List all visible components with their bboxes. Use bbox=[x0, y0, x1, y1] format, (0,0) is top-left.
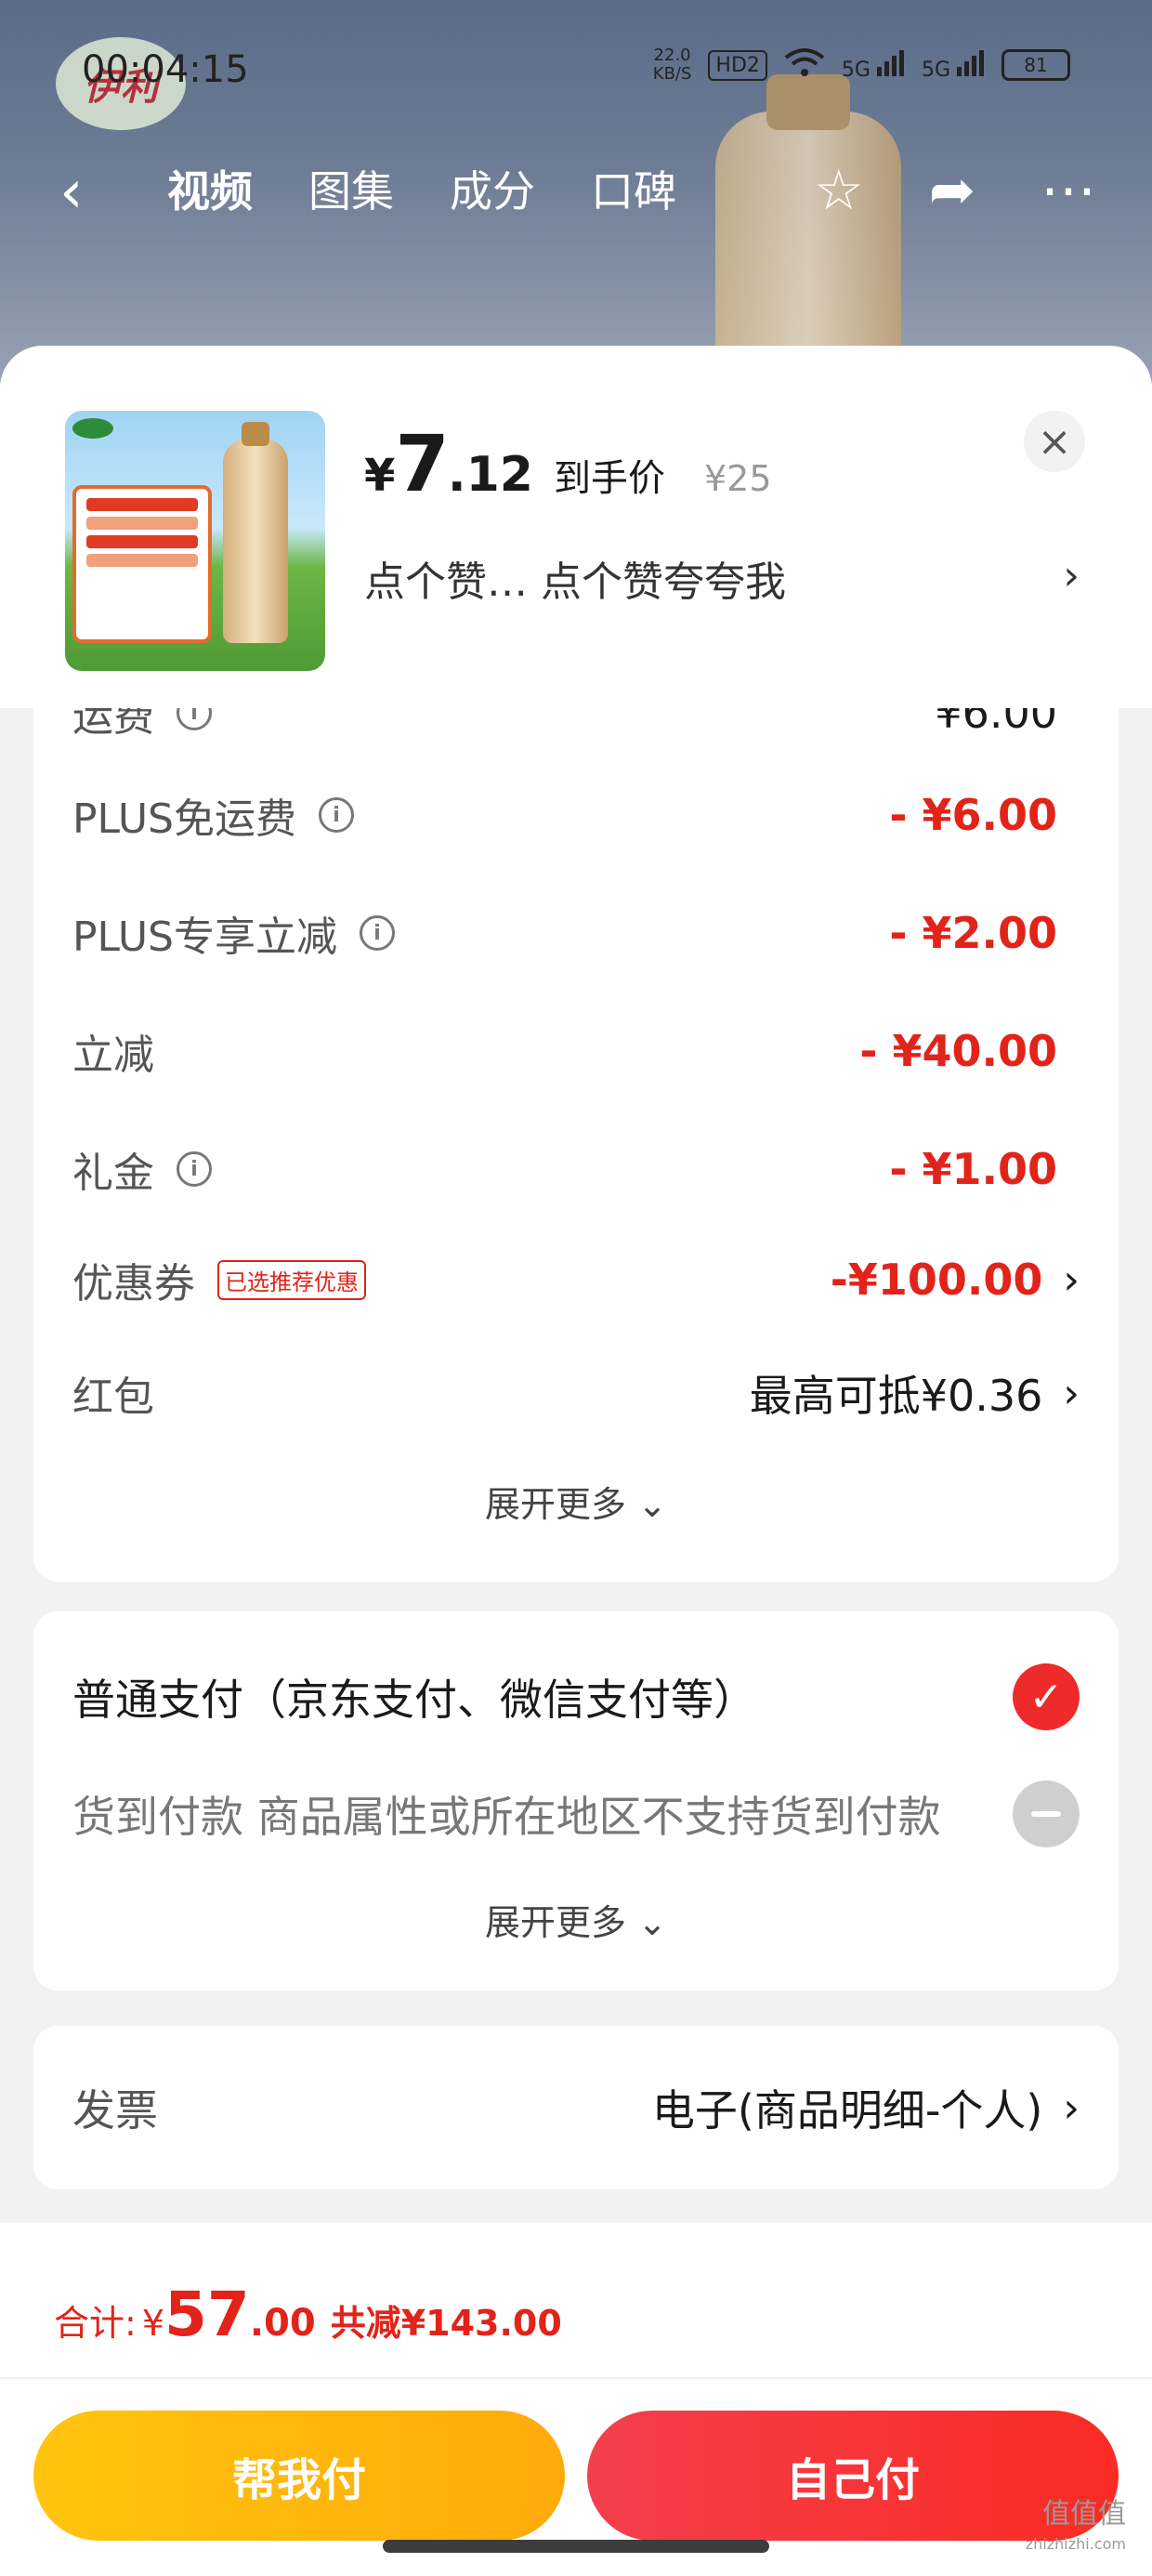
fee-row-instant-discount: 立减 - ¥40.00 bbox=[72, 1026, 1057, 1079]
divider bbox=[0, 2377, 1152, 2379]
fee-value: - ¥1.00 bbox=[889, 1144, 1057, 1194]
watermark: 值值值 zhizhizhi.com bbox=[1025, 2498, 1126, 2554]
tab-reviews[interactable]: 口碑 bbox=[591, 158, 676, 219]
info-icon[interactable]: i bbox=[319, 797, 354, 833]
status-bar: 00:04:15 22.0 KB/S HD2 5G 5G 81 bbox=[0, 0, 1152, 130]
battery-icon: 81 bbox=[1001, 49, 1070, 81]
tab-gallery[interactable]: 图集 bbox=[308, 158, 394, 219]
hd-icon: HD2 bbox=[708, 49, 767, 81]
payment-method-card: 普通支付（京东支付、微信支付等） ✓ 货到付款 商品属性或所在地区不支持货到付款… bbox=[33, 1611, 1119, 1991]
price-decimal: .12 bbox=[447, 447, 533, 503]
chevron-down-icon: ⌄ bbox=[637, 1902, 667, 1943]
invoice-row[interactable]: 发票 电子(商品明细-个人) › bbox=[72, 2070, 1080, 2145]
payment-option-normal[interactable]: 普通支付（京东支付、微信支付等） ✓ bbox=[72, 1660, 1080, 1734]
share-icon[interactable]: ➦ bbox=[929, 158, 975, 223]
info-icon[interactable]: i bbox=[177, 708, 212, 730]
checkout-bottom-bar: 合计: ¥ 57 .00 共减¥143.00 帮我付 自己付 bbox=[0, 2223, 1152, 2576]
coupon-value: -¥100.00 bbox=[830, 1255, 1043, 1305]
thumb-promo-card bbox=[72, 485, 212, 643]
close-icon: × bbox=[1037, 417, 1072, 466]
original-price: ¥25 bbox=[703, 458, 772, 499]
favorite-star-icon[interactable]: ☆ bbox=[814, 158, 864, 223]
fee-value: - ¥40.00 bbox=[859, 1026, 1057, 1076]
expand-more-fees[interactable]: 展开更多 ⌄ bbox=[33, 1476, 1119, 1527]
invoice-value: 电子(商品明细-个人) bbox=[651, 2085, 1043, 2136]
chevron-right-icon[interactable]: › bbox=[1063, 552, 1080, 599]
price-tag: 到手价 bbox=[553, 457, 665, 500]
fee-row-shipping: 运费 i ¥6.00 bbox=[72, 708, 1057, 745]
fee-row-plus-discount: PLUS专享立减 i - ¥2.00 bbox=[72, 908, 1057, 961]
fee-value: - ¥6.00 bbox=[889, 790, 1057, 840]
fee-value: ¥6.00 bbox=[935, 708, 1057, 738]
fee-row-plus-free-shipping: PLUS免运费 i - ¥6.00 bbox=[72, 790, 1057, 843]
fee-details-card: 运费 i ¥6.00 PLUS免运费 i - ¥6.00 PLUS专享立减 i - ¥… bbox=[33, 708, 1119, 1582]
praise-text[interactable]: 点个赞… 点个赞夸夸我 bbox=[364, 548, 786, 608]
fee-row-coupon[interactable]: 优惠券 已选推荐优惠 -¥100.00 › bbox=[72, 1247, 1080, 1312]
expand-more-payment[interactable]: 展开更多 ⌄ bbox=[33, 1894, 1119, 1945]
price-row: ¥ 7 .12 到手价 ¥25 bbox=[364, 418, 772, 509]
tab-ingredients[interactable]: 成分 bbox=[450, 158, 535, 219]
close-button[interactable]: × bbox=[1024, 411, 1085, 472]
fee-row-gift-money: 礼金 i - ¥1.00 bbox=[72, 1144, 1057, 1197]
status-icons: 22.0 KB/S HD2 5G 5G 81 bbox=[653, 46, 1070, 84]
top-navigation: ‹ 视频 图集 成分 口碑 ☆ ➦ ⋯ bbox=[0, 149, 1152, 232]
product-header: ¥ 7 .12 到手价 ¥25 点个赞… 点个赞夸夸我 › × bbox=[0, 346, 1152, 708]
home-indicator[interactable] bbox=[383, 2540, 769, 2553]
fee-row-red-packet[interactable]: 红包 最高可抵¥0.36 › bbox=[72, 1360, 1080, 1426]
signal-icon-1: 5G bbox=[842, 48, 905, 82]
info-icon[interactable]: i bbox=[360, 915, 395, 951]
fee-value: - ¥2.00 bbox=[889, 908, 1057, 958]
back-icon[interactable]: ‹ bbox=[59, 158, 84, 227]
nav-tabs: 视频 图集 成分 口碑 bbox=[167, 158, 676, 219]
tab-video[interactable]: 视频 bbox=[167, 158, 253, 219]
thumb-brand-logo bbox=[72, 418, 113, 439]
chevron-down-icon: ⌄ bbox=[637, 1484, 667, 1525]
payment-option-cod: 货到付款 商品属性或所在地区不支持货到付款 bbox=[72, 1777, 1080, 1851]
total-saved: 共减¥143.00 bbox=[330, 2303, 562, 2344]
nav-actions: ☆ ➦ ⋯ bbox=[814, 158, 1096, 223]
status-time: 00:04:15 bbox=[82, 48, 249, 91]
total-row: 合计: ¥ 57 .00 共减¥143.00 bbox=[54, 2279, 562, 2350]
invoice-card[interactable]: 发票 电子(商品明细-个人) › bbox=[33, 2026, 1119, 2189]
thumb-bottle bbox=[223, 422, 288, 643]
disabled-minus-icon bbox=[1013, 1781, 1080, 1847]
chevron-right-icon: › bbox=[1063, 1255, 1080, 1304]
signal-icon-2: 5G bbox=[922, 48, 985, 82]
chevron-right-icon: › bbox=[1063, 1369, 1080, 1417]
product-thumbnail bbox=[65, 411, 325, 671]
checkmark-icon[interactable]: ✓ bbox=[1013, 1663, 1080, 1730]
price-currency: ¥ bbox=[364, 450, 396, 502]
network-speed: 22.0 KB/S bbox=[652, 46, 692, 84]
more-icon[interactable]: ⋯ bbox=[1041, 158, 1096, 223]
price-integer: 7 bbox=[395, 418, 449, 509]
chevron-right-icon: › bbox=[1063, 2083, 1080, 2132]
help-me-pay-button[interactable]: 帮我付 bbox=[33, 2411, 565, 2541]
checkout-sheet: ¥ 7 .12 到手价 ¥25 点个赞… 点个赞夸夸我 › × 运费 i ¥6.0… bbox=[0, 346, 1152, 2576]
info-icon[interactable]: i bbox=[177, 1151, 212, 1187]
coupon-badge: 已选推荐优惠 bbox=[217, 1259, 366, 1300]
wifi-icon bbox=[784, 46, 825, 84]
red-packet-value: 最高可抵¥0.36 bbox=[749, 1371, 1043, 1421]
